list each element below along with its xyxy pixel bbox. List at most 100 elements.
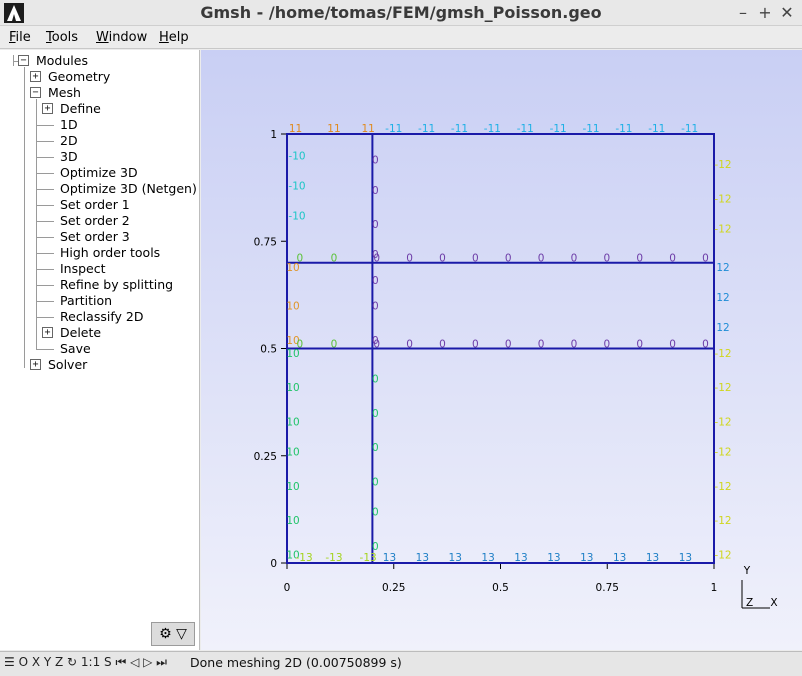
tree-connector: [37, 349, 54, 350]
tree-connector: [37, 253, 54, 254]
interior-label: 0: [372, 219, 379, 231]
gear-icon: ⚙ ▽: [159, 626, 187, 642]
tree-item-set-order-3[interactable]: Set order 3: [60, 229, 130, 245]
expand-icon[interactable]: +: [30, 359, 41, 370]
menu-window[interactable]: Window: [96, 30, 147, 45]
interior-label: 0: [669, 253, 676, 265]
interior-label: 0: [372, 301, 379, 313]
bottom-label: 13: [481, 552, 494, 564]
bottom-label: 13: [547, 552, 560, 564]
interior-label: 0: [603, 339, 610, 351]
left-label: 10: [286, 481, 299, 493]
tree-item-optimize-3d[interactable]: Optimize 3D: [60, 165, 138, 181]
tree-item-set-order-1[interactable]: Set order 1: [60, 197, 130, 213]
bottom-label: -13: [360, 552, 377, 564]
interior-label: 0: [373, 253, 380, 265]
right-label: -12: [714, 223, 731, 235]
tree-connector: [24, 67, 25, 368]
top-label: -11: [418, 123, 435, 135]
right-label: 12: [716, 262, 729, 274]
menu-tools[interactable]: Tools: [46, 30, 78, 45]
right-label: -12: [714, 481, 731, 493]
tree-item-inspect[interactable]: Inspect: [60, 261, 106, 277]
x-tick-label: 1: [711, 582, 718, 594]
top-label: 11: [327, 123, 340, 135]
x-tick-label: 0.75: [596, 582, 619, 594]
tree-connector: [37, 189, 54, 190]
tree-connector: [37, 301, 54, 302]
top-label: -11: [550, 123, 567, 135]
close-button[interactable]: ✕: [778, 3, 796, 22]
interior-label: 0: [702, 253, 709, 265]
tree-connector: [37, 125, 54, 126]
bottom-label: 13: [449, 552, 462, 564]
x-tick-label: 0.25: [382, 582, 405, 594]
interior-label: 0: [372, 541, 379, 553]
interior-label: 0: [702, 339, 709, 351]
menu-bar: File Tools Window Help: [0, 27, 802, 49]
interior-label: 0: [472, 339, 479, 351]
tree-item-refine-by-splitting[interactable]: Refine by splitting: [60, 277, 173, 293]
tree-connector: [37, 269, 54, 270]
tree-item-3d[interactable]: 3D: [60, 149, 78, 165]
tree-item-2d[interactable]: 2D: [60, 133, 78, 149]
interior-label: 0: [372, 275, 379, 287]
tree-item-set-order-2[interactable]: Set order 2: [60, 213, 130, 229]
top-label: -11: [681, 123, 698, 135]
tree-label: Define: [60, 101, 101, 116]
tree-connector: [37, 237, 54, 238]
interior-label: 0: [439, 339, 446, 351]
interior-label: 0: [505, 253, 512, 265]
tree-item-reclassify-2d[interactable]: Reclassify 2D: [60, 309, 143, 325]
y-tick-label: 0.75: [254, 236, 277, 248]
tree-item-save[interactable]: Save: [60, 341, 91, 357]
expand-icon[interactable]: +: [42, 327, 53, 338]
tree-connector: [37, 205, 54, 206]
tree-label: Geometry: [48, 69, 111, 84]
triad-z-label: Z: [746, 597, 753, 609]
y-tick-label: 0.25: [254, 451, 277, 463]
top-label: -11: [385, 123, 402, 135]
view-toolbar[interactable]: ☰ O X Y Z ↻ 1:1 S ⏮ ◁ ▷ ⏭: [4, 655, 167, 670]
menu-file[interactable]: File: [9, 30, 31, 45]
right-label: -12: [714, 446, 731, 458]
tree-item-optimize-3d-netgen[interactable]: Optimize 3D (Netgen): [60, 181, 197, 197]
expand-icon[interactable]: +: [42, 103, 53, 114]
menu-help[interactable]: Help: [159, 30, 189, 45]
tree-label: Mesh: [48, 85, 81, 100]
interior-label: 0: [372, 476, 379, 488]
collapse-icon[interactable]: −: [30, 87, 41, 98]
bottom-label: -13: [296, 552, 313, 564]
bottom-label: 13: [613, 552, 626, 564]
triad-y-label: Y: [743, 565, 751, 577]
tree-item-high-order-tools[interactable]: High order tools: [60, 245, 160, 261]
mesh-canvas[interactable]: 000.250.250.50.50.750.751111 11 11 -11 -11 -1…: [201, 50, 802, 650]
title-bar: Gmsh - /home/tomas/FEM/gmsh_Poisson.geo …: [0, 0, 802, 26]
tree-label: Modules: [36, 53, 88, 68]
left-label: 10: [286, 515, 299, 527]
right-label: -12: [714, 382, 731, 394]
interior-label: 0: [372, 185, 379, 197]
status-message: Done meshing 2D (0.00750899 s): [190, 655, 402, 670]
interior-label: 0: [373, 339, 380, 351]
interior-label: 0: [636, 253, 643, 265]
interior-label: 0: [372, 374, 379, 386]
top-label: -11: [517, 123, 534, 135]
y-tick-label: 0: [270, 558, 277, 570]
tree-label: Delete: [60, 325, 102, 340]
expand-icon[interactable]: +: [30, 71, 41, 82]
module-tree: − Modules + Geometry − Mesh + Define 1D …: [0, 50, 200, 650]
graphics-viewport[interactable]: 0 0 0.25 0.25 0.5 0.5 0.75 0.75 1 1 11 11 11 -11 -11 -1…: [201, 50, 802, 650]
tree-item-1d[interactable]: 1D: [60, 117, 78, 133]
x-tick-label: 0.5: [492, 582, 509, 594]
minimize-button[interactable]: –: [734, 3, 752, 22]
tree-connector: [37, 173, 54, 174]
maximize-button[interactable]: +: [756, 3, 774, 22]
interior-label: 0: [331, 253, 338, 265]
collapse-icon[interactable]: −: [18, 55, 29, 66]
tree-item-partition[interactable]: Partition: [60, 293, 112, 309]
gear-menu-button[interactable]: ⚙ ▽: [151, 622, 195, 646]
tree-connector: [37, 221, 54, 222]
left-label: 10: [286, 416, 299, 428]
interior-label: 0: [472, 253, 479, 265]
